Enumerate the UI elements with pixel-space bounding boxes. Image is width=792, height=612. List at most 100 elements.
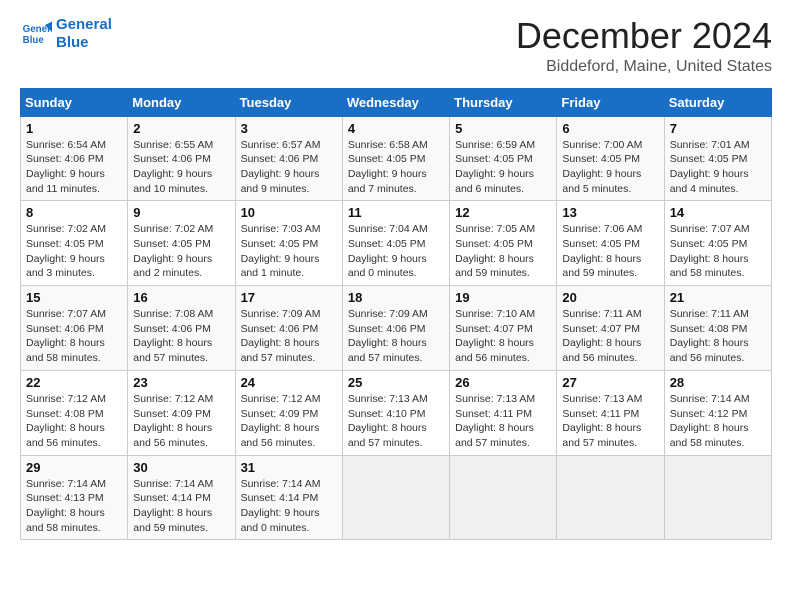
day-number: 19 xyxy=(455,290,551,305)
calendar-day-4: 4Sunrise: 6:58 AM Sunset: 4:05 PM Daylig… xyxy=(342,116,449,201)
calendar-day-30: 30Sunrise: 7:14 AM Sunset: 4:14 PM Dayli… xyxy=(128,455,235,540)
day-info: Sunrise: 7:11 AM Sunset: 4:08 PM Dayligh… xyxy=(670,307,766,366)
calendar-day-15: 15 Sunrise: 7:07 AM Sunset: 4:06 PM Dayli… xyxy=(21,286,128,371)
day-info: Sunrise: 7:12 AM Sunset: 4:08 PM Dayligh… xyxy=(26,392,122,451)
day-number: 2 xyxy=(133,121,229,136)
day-info: Sunrise: 7:14 AM Sunset: 4:14 PM Dayligh… xyxy=(241,477,337,536)
day-number: 17 xyxy=(241,290,337,305)
calendar-week-5: 29Sunrise: 7:14 AM Sunset: 4:13 PM Dayli… xyxy=(21,455,772,540)
weekday-header-tuesday: Tuesday xyxy=(235,88,342,116)
weekday-header-monday: Monday xyxy=(128,88,235,116)
logo-general: General xyxy=(56,16,112,34)
calendar-day-29: 29Sunrise: 7:14 AM Sunset: 4:13 PM Dayli… xyxy=(21,455,128,540)
title-area: December 2024 Biddeford, Maine, United S… xyxy=(516,16,772,76)
calendar-day-7: 7 Sunrise: 7:01 AM Sunset: 4:05 PM Daylig… xyxy=(664,116,771,201)
logo-icon: General Blue xyxy=(20,18,52,50)
day-info: Sunrise: 7:09 AM Sunset: 4:06 PM Dayligh… xyxy=(348,307,444,366)
day-info: Sunrise: 7:09 AM Sunset: 4:06 PM Dayligh… xyxy=(241,307,337,366)
day-info: Sunrise: 7:12 AM Sunset: 4:09 PM Dayligh… xyxy=(241,392,337,451)
day-info: Sunrise: 7:00 AM Sunset: 4:05 PM Dayligh… xyxy=(562,138,658,197)
calendar-day-21: 21 Sunrise: 7:11 AM Sunset: 4:08 PM Dayli… xyxy=(664,286,771,371)
day-info: Sunrise: 7:08 AM Sunset: 4:06 PM Dayligh… xyxy=(133,307,229,366)
day-number: 20 xyxy=(562,290,658,305)
day-number: 6 xyxy=(562,121,658,136)
calendar-day-13: 13Sunrise: 7:06 AM Sunset: 4:05 PM Dayli… xyxy=(557,201,664,286)
day-info: Sunrise: 7:13 AM Sunset: 4:11 PM Dayligh… xyxy=(455,392,551,451)
calendar-day-20: 20 Sunrise: 7:11 AM Sunset: 4:07 PM Dayli… xyxy=(557,286,664,371)
day-number: 18 xyxy=(348,290,444,305)
day-info: Sunrise: 7:12 AM Sunset: 4:09 PM Dayligh… xyxy=(133,392,229,451)
calendar-day-28: 28 Sunrise: 7:14 AM Sunset: 4:12 PM Dayli… xyxy=(664,370,771,455)
calendar-day-6: 6 Sunrise: 7:00 AM Sunset: 4:05 PM Daylig… xyxy=(557,116,664,201)
day-info: Sunrise: 7:07 AM Sunset: 4:06 PM Dayligh… xyxy=(26,307,122,366)
day-info: Sunrise: 7:10 AM Sunset: 4:07 PM Dayligh… xyxy=(455,307,551,366)
logo: General Blue General Blue xyxy=(20,16,112,52)
calendar-day-3: 3 Sunrise: 6:57 AM Sunset: 4:06 PM Daylig… xyxy=(235,116,342,201)
calendar-week-2: 8 Sunrise: 7:02 AM Sunset: 4:05 PM Daylig… xyxy=(21,201,772,286)
month-title: December 2024 xyxy=(516,16,772,56)
day-number: 1 xyxy=(26,121,122,136)
day-number: 3 xyxy=(241,121,337,136)
calendar-day-2: 2Sunrise: 6:55 AM Sunset: 4:06 PM Daylig… xyxy=(128,116,235,201)
day-info: Sunrise: 7:01 AM Sunset: 4:05 PM Dayligh… xyxy=(670,138,766,197)
empty-cell xyxy=(450,455,557,540)
logo-blue: Blue xyxy=(56,34,112,52)
calendar-day-22: 22 Sunrise: 7:12 AM Sunset: 4:08 PM Dayli… xyxy=(21,370,128,455)
day-info: Sunrise: 7:04 AM Sunset: 4:05 PM Dayligh… xyxy=(348,222,444,281)
weekday-header-saturday: Saturday xyxy=(664,88,771,116)
day-number: 15 xyxy=(26,290,122,305)
location-title: Biddeford, Maine, United States xyxy=(516,58,772,76)
day-number: 30 xyxy=(133,460,229,475)
day-info: Sunrise: 7:11 AM Sunset: 4:07 PM Dayligh… xyxy=(562,307,658,366)
calendar-day-16: 16 Sunrise: 7:08 AM Sunset: 4:06 PM Dayli… xyxy=(128,286,235,371)
calendar-day-12: 12Sunrise: 7:05 AM Sunset: 4:05 PM Dayli… xyxy=(450,201,557,286)
day-info: Sunrise: 7:13 AM Sunset: 4:10 PM Dayligh… xyxy=(348,392,444,451)
day-number: 16 xyxy=(133,290,229,305)
day-info: Sunrise: 7:02 AM Sunset: 4:05 PM Dayligh… xyxy=(133,222,229,281)
weekday-header-row: SundayMondayTuesdayWednesdayThursdayFrid… xyxy=(21,88,772,116)
svg-text:Blue: Blue xyxy=(23,35,45,46)
day-number: 13 xyxy=(562,205,658,220)
day-info: Sunrise: 7:14 AM Sunset: 4:12 PM Dayligh… xyxy=(670,392,766,451)
calendar-day-27: 27Sunrise: 7:13 AM Sunset: 4:11 PM Dayli… xyxy=(557,370,664,455)
calendar-day-26: 26 Sunrise: 7:13 AM Sunset: 4:11 PM Dayli… xyxy=(450,370,557,455)
calendar-day-18: 18 Sunrise: 7:09 AM Sunset: 4:06 PM Dayli… xyxy=(342,286,449,371)
day-number: 31 xyxy=(241,460,337,475)
calendar-day-19: 19 Sunrise: 7:10 AM Sunset: 4:07 PM Dayli… xyxy=(450,286,557,371)
day-number: 9 xyxy=(133,205,229,220)
day-info: Sunrise: 6:57 AM Sunset: 4:06 PM Dayligh… xyxy=(241,138,337,197)
calendar-week-4: 22 Sunrise: 7:12 AM Sunset: 4:08 PM Dayli… xyxy=(21,370,772,455)
day-number: 8 xyxy=(26,205,122,220)
day-number: 28 xyxy=(670,375,766,390)
day-number: 10 xyxy=(241,205,337,220)
calendar-week-3: 15 Sunrise: 7:07 AM Sunset: 4:06 PM Dayli… xyxy=(21,286,772,371)
day-number: 12 xyxy=(455,205,551,220)
day-number: 25 xyxy=(348,375,444,390)
day-number: 22 xyxy=(26,375,122,390)
calendar-day-11: 11 Sunrise: 7:04 AM Sunset: 4:05 PM Dayli… xyxy=(342,201,449,286)
day-info: Sunrise: 7:03 AM Sunset: 4:05 PM Dayligh… xyxy=(241,222,337,281)
day-number: 24 xyxy=(241,375,337,390)
calendar-day-31: 31 Sunrise: 7:14 AM Sunset: 4:14 PM Dayli… xyxy=(235,455,342,540)
page-header: General Blue General Blue December 2024 … xyxy=(20,16,772,76)
day-number: 29 xyxy=(26,460,122,475)
day-number: 7 xyxy=(670,121,766,136)
calendar-day-8: 8 Sunrise: 7:02 AM Sunset: 4:05 PM Daylig… xyxy=(21,201,128,286)
calendar-day-24: 24 Sunrise: 7:12 AM Sunset: 4:09 PM Dayli… xyxy=(235,370,342,455)
day-number: 21 xyxy=(670,290,766,305)
calendar-day-9: 9 Sunrise: 7:02 AM Sunset: 4:05 PM Daylig… xyxy=(128,201,235,286)
weekday-header-sunday: Sunday xyxy=(21,88,128,116)
day-number: 26 xyxy=(455,375,551,390)
calendar-day-17: 17 Sunrise: 7:09 AM Sunset: 4:06 PM Dayli… xyxy=(235,286,342,371)
day-number: 5 xyxy=(455,121,551,136)
empty-cell xyxy=(557,455,664,540)
empty-cell xyxy=(664,455,771,540)
day-number: 23 xyxy=(133,375,229,390)
calendar-day-23: 23 Sunrise: 7:12 AM Sunset: 4:09 PM Dayli… xyxy=(128,370,235,455)
calendar-day-25: 25 Sunrise: 7:13 AM Sunset: 4:10 PM Dayli… xyxy=(342,370,449,455)
day-number: 11 xyxy=(348,205,444,220)
calendar-table: SundayMondayTuesdayWednesdayThursdayFrid… xyxy=(20,88,772,541)
calendar-week-1: 1Sunrise: 6:54 AM Sunset: 4:06 PM Daylig… xyxy=(21,116,772,201)
day-info: Sunrise: 6:59 AM Sunset: 4:05 PM Dayligh… xyxy=(455,138,551,197)
day-info: Sunrise: 7:02 AM Sunset: 4:05 PM Dayligh… xyxy=(26,222,122,281)
